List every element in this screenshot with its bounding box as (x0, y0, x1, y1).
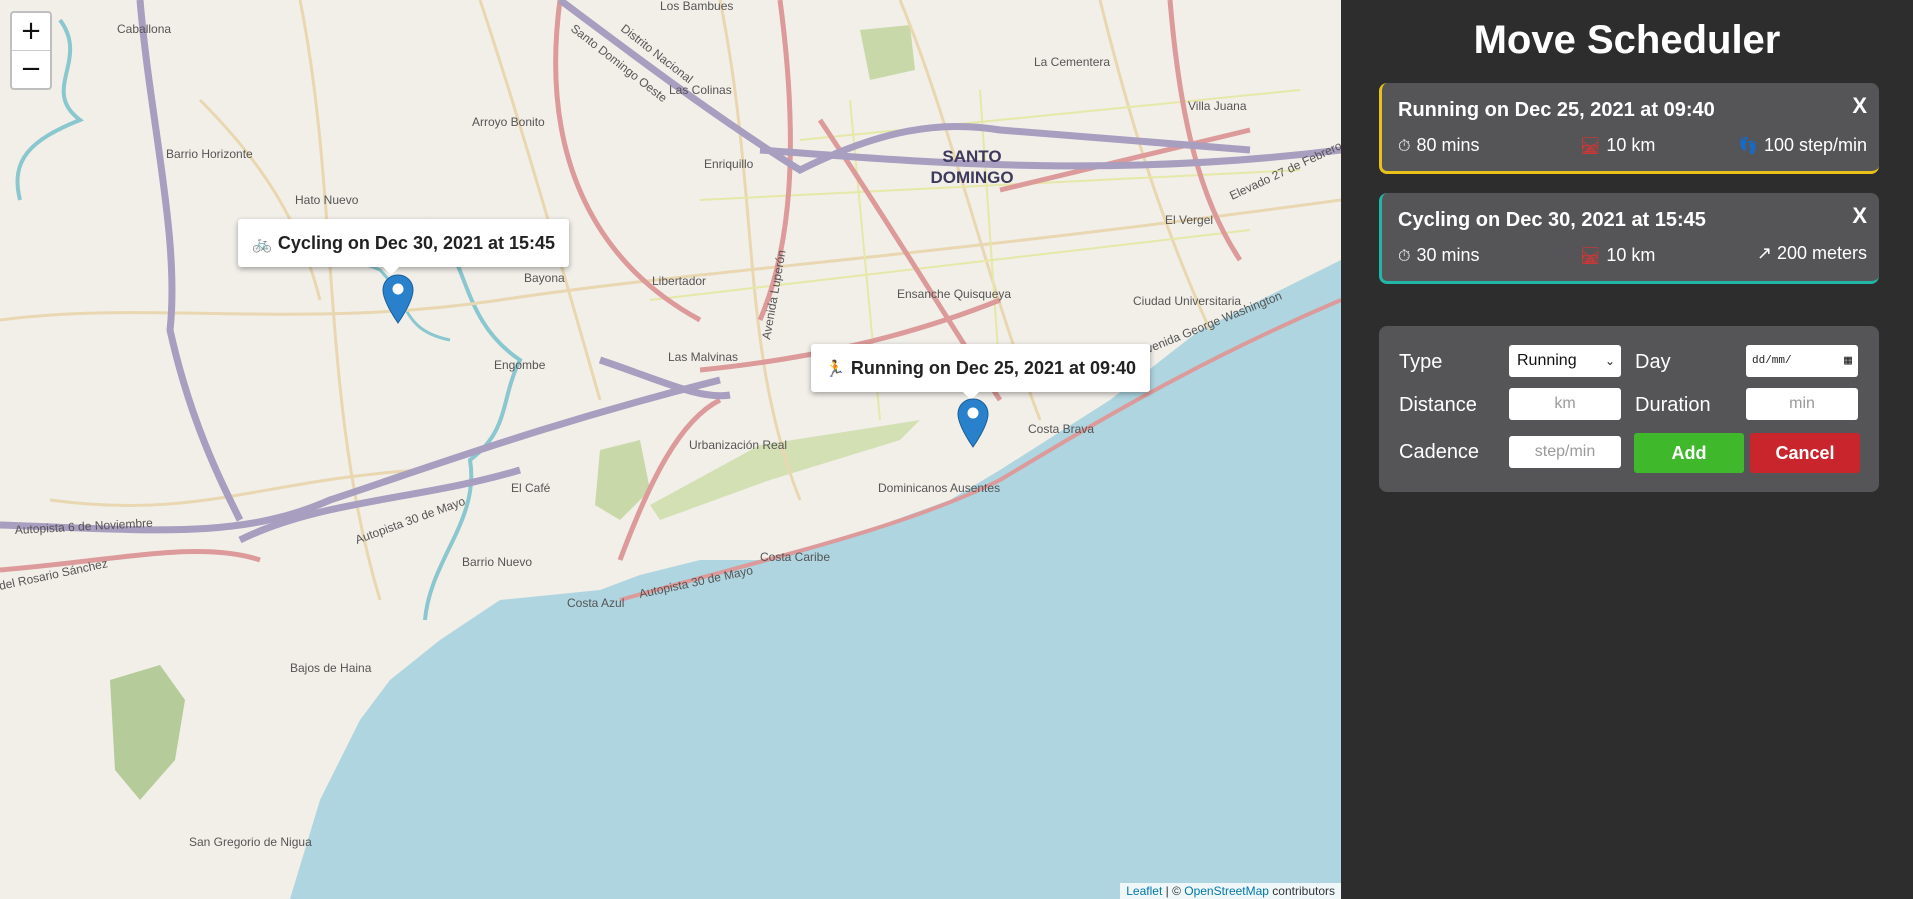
map-label: Bayona (524, 271, 565, 285)
map-label: La Cementera (1034, 55, 1110, 69)
popup-text: Cycling on Dec 30, 2021 at 15:45 (277, 233, 556, 253)
map-label: Costa Azul (567, 596, 624, 610)
calendar-icon[interactable]: ▦ (1844, 345, 1852, 377)
duration-input[interactable]: min (1746, 388, 1858, 420)
map-pin-icon[interactable] (382, 274, 414, 324)
distance-input[interactable]: km (1509, 388, 1621, 420)
map-label: Ciudad Universitaria (1133, 294, 1241, 308)
day-label: Day (1635, 351, 1671, 373)
workout-card-cycling[interactable]: Cycling on Dec 30, 2021 at 15:45 X ⏱ 30 m… (1379, 193, 1879, 284)
zoom-control: + − (10, 11, 52, 90)
distance-label: Distance (1399, 394, 1477, 416)
map-label: Hato Nuevo (295, 193, 359, 207)
add-button[interactable]: Add (1634, 433, 1744, 473)
type-label: Type (1399, 351, 1443, 373)
map-tiles: Caballona Los Bambues La Cementera Villa… (0, 0, 1341, 899)
osm-link[interactable]: OpenStreetMap (1184, 884, 1269, 898)
workout-distance: 🛤 10 km (1580, 245, 1656, 265)
map[interactable]: Caballona Los Bambues La Cementera Villa… (0, 0, 1341, 899)
map-label: Caballona (117, 22, 171, 36)
duration-label: Duration (1635, 394, 1711, 416)
map-label: Dominicanos Ausentes (878, 481, 1000, 495)
map-label: Ensanche Quisqueya (897, 287, 1011, 301)
sidebar: Move Scheduler Running on Dec 25, 2021 a… (1341, 0, 1913, 899)
popup-text: Running on Dec 25, 2021 at 09:40 (850, 358, 1137, 378)
workout-title: Running on Dec 25, 2021 at 09:40 (1398, 99, 1715, 121)
map-label: El Café (511, 481, 551, 495)
map-label: San Gregorio de Nigua (189, 835, 312, 849)
map-label: Las Colinas (669, 83, 732, 97)
bicycle-icon: 🚲 (252, 236, 272, 253)
map-label: Bajos de Haina (290, 661, 372, 675)
footprint-icon: 👣 (1738, 138, 1758, 155)
cycling-popup[interactable]: 🚲 Cycling on Dec 30, 2021 at 15:45 (238, 219, 570, 275)
zoom-in-button[interactable]: + (12, 13, 50, 50)
workout-title: Cycling on Dec 30, 2021 at 15:45 (1398, 209, 1706, 231)
app-title: Move Scheduler (1473, 18, 1781, 62)
stopwatch-icon: ⏱ (1398, 248, 1411, 265)
cadence-input[interactable]: step/min (1509, 436, 1621, 468)
track-icon: 🛤 (1580, 248, 1601, 265)
type-select[interactable]: Running ⌄ (1509, 345, 1621, 377)
map-label: Arroyo Bonito (472, 115, 545, 129)
workout-elevation: ↗ 200 meters (1756, 243, 1867, 263)
track-icon: 🛤 (1580, 138, 1601, 155)
map-label: Villa Juana (1188, 99, 1247, 113)
map-label: Costa Brava (1028, 422, 1094, 436)
map-label: El Vergel (1165, 213, 1213, 227)
stopwatch-icon: ⏱ (1398, 138, 1411, 155)
map-label: Los Bambues (660, 0, 733, 13)
map-label: Barrio Horizonte (166, 147, 253, 161)
cancel-button[interactable]: Cancel (1750, 433, 1860, 473)
workout-duration: ⏱ 80 mins (1398, 135, 1480, 155)
delete-workout-button[interactable]: X (1852, 93, 1867, 119)
map-attribution: Leaflet | © OpenStreetMap contributors (1120, 883, 1341, 899)
city-label: DOMINGO (930, 168, 1013, 187)
chevron-down-icon: ⌄ (1604, 354, 1615, 368)
cadence-label: Cadence (1399, 441, 1480, 463)
zoom-out-button[interactable]: − (12, 50, 50, 88)
map-label: Las Malvinas (668, 350, 738, 364)
map-label: Engombe (494, 358, 546, 372)
workout-form: Type Running ⌄ Day dd/mm/▦ Distance km Du… (1379, 326, 1879, 492)
map-label: Libertador (652, 274, 706, 288)
city-label: SANTO (942, 147, 1001, 166)
map-pin-icon[interactable] (957, 398, 989, 448)
runner-icon: 🏃 (825, 361, 845, 378)
map-label: Urbanización Real (689, 438, 787, 452)
leaflet-link[interactable]: Leaflet (1126, 884, 1162, 898)
map-label: Barrio Nuevo (462, 555, 532, 569)
workout-card-running[interactable]: Running on Dec 25, 2021 at 09:40 X ⏱ 80 m… (1379, 83, 1879, 174)
day-input[interactable]: dd/mm/▦ (1746, 345, 1858, 377)
running-popup[interactable]: 🏃 Running on Dec 25, 2021 at 09:40 (811, 344, 1151, 400)
map-label: Costa Caribe (760, 550, 830, 564)
workout-duration: ⏱ 30 mins (1398, 245, 1480, 265)
delete-workout-button[interactable]: X (1852, 203, 1867, 229)
workout-distance: 🛤 10 km (1580, 135, 1656, 155)
map-label: Enriquillo (704, 157, 754, 171)
workout-cadence: 👣 100 step/min (1738, 135, 1867, 155)
